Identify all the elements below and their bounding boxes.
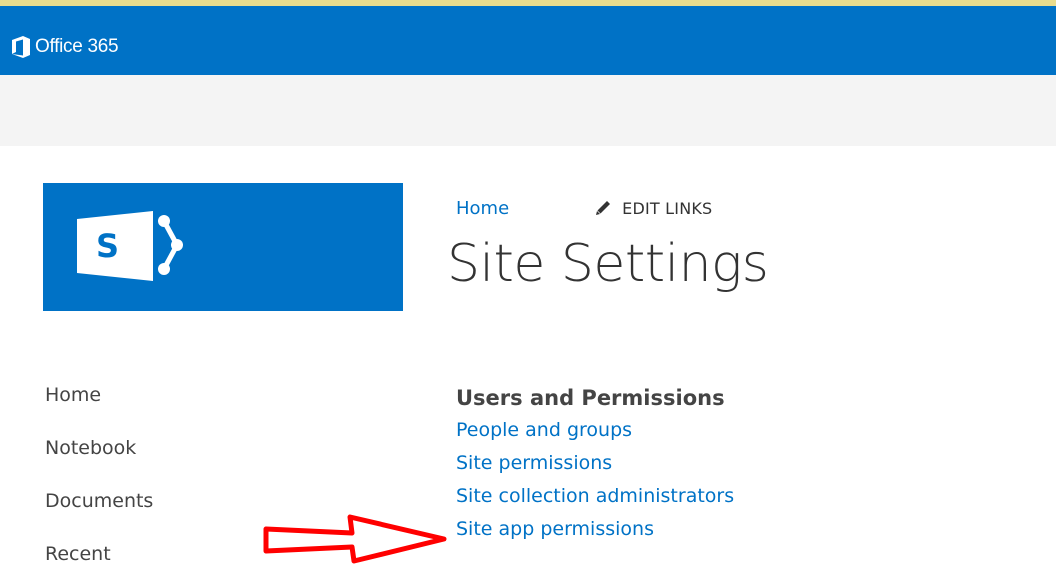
- edit-links-button[interactable]: EDIT LINKS: [595, 199, 712, 218]
- ribbon-bar: [0, 75, 1056, 146]
- section-heading: Users and Permissions: [456, 386, 725, 410]
- people-and-groups-link[interactable]: People and groups: [456, 419, 632, 441]
- site-collection-administrators-link[interactable]: Site collection administrators: [456, 485, 734, 507]
- list-item: Site app permissions: [456, 514, 896, 547]
- top-nav-home-link[interactable]: Home: [456, 198, 509, 219]
- quick-launch-label: Home: [45, 384, 102, 406]
- quick-launch-label: Recent: [45, 543, 111, 564]
- site-logo[interactable]: S: [43, 183, 403, 311]
- quick-launch-label: Documents: [45, 490, 154, 512]
- settings-links-list: People and groups Site permissions Site …: [456, 415, 896, 547]
- edit-links-label: EDIT LINKS: [622, 198, 713, 218]
- quick-launch-nav: Home Notebook Documents Recent: [45, 380, 245, 564]
- quick-launch-item-recent[interactable]: Recent: [45, 539, 245, 564]
- sharepoint-logo-letter: S: [96, 227, 119, 265]
- office365-suite-bar: Office 365: [0, 6, 1056, 75]
- pencil-icon: [596, 201, 611, 215]
- office365-home-link[interactable]: Office 365: [12, 29, 119, 65]
- suite-title: Office 365: [35, 36, 119, 57]
- sharepoint-logo-icon: S: [77, 211, 183, 281]
- quick-launch-item-home[interactable]: Home: [45, 380, 245, 433]
- list-item: Site permissions: [456, 448, 896, 481]
- site-app-permissions-link[interactable]: Site app permissions: [456, 518, 654, 540]
- quick-launch-item-notebook[interactable]: Notebook: [45, 433, 245, 486]
- top-navigation: Home EDIT LINKS: [456, 196, 712, 220]
- quick-launch-item-documents[interactable]: Documents: [45, 486, 245, 539]
- site-permissions-link[interactable]: Site permissions: [456, 452, 612, 474]
- office-logo-icon: [12, 36, 30, 58]
- site-settings-page: Office 365 S Home EDIT LINKS Site Settin…: [0, 0, 1056, 564]
- users-and-permissions-section: Users and Permissions People and groups …: [456, 382, 896, 547]
- list-item: Site collection administrators: [456, 481, 896, 514]
- page-title: Site Settings: [447, 234, 769, 294]
- list-item: People and groups: [456, 415, 896, 448]
- quick-launch-label: Notebook: [45, 437, 137, 459]
- red-arrow-icon: [263, 514, 447, 564]
